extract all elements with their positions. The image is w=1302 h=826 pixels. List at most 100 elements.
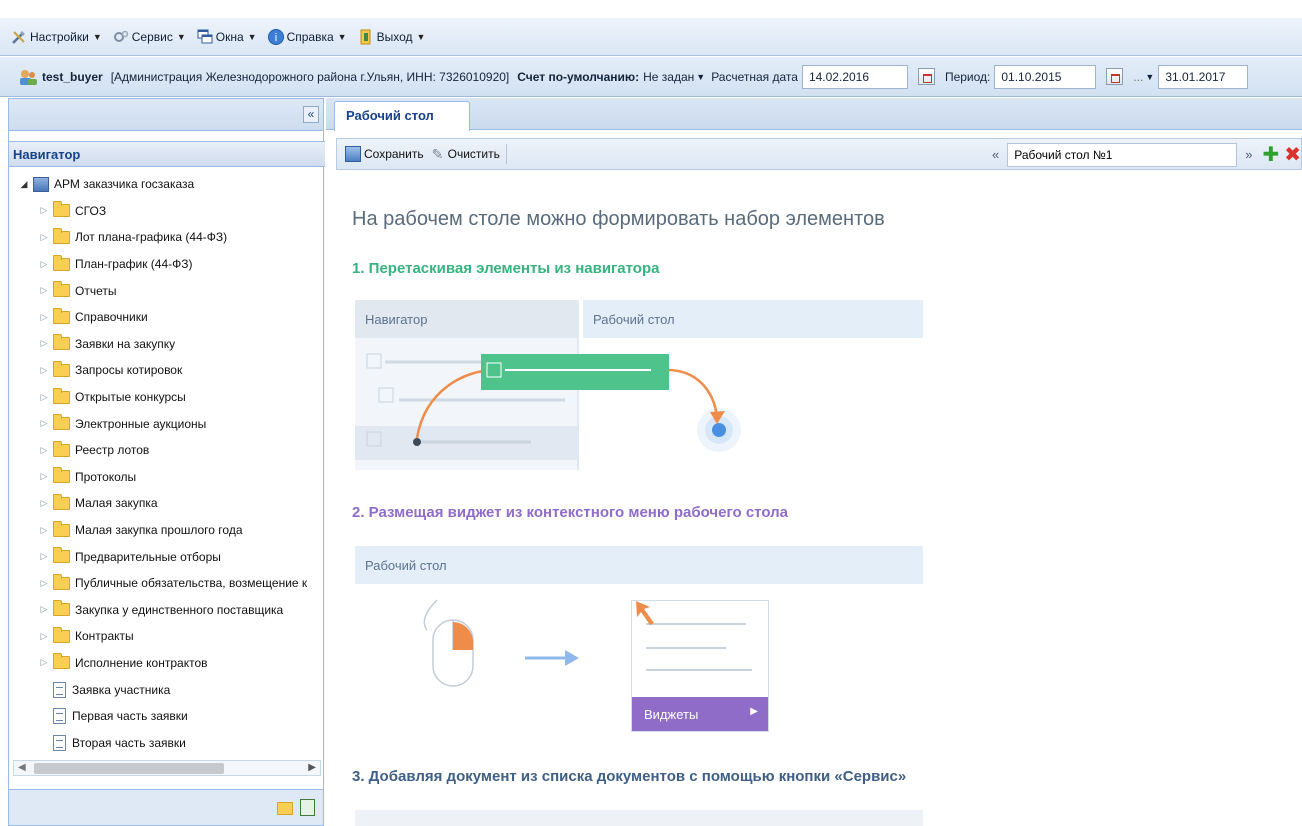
folder-icon[interactable] [277, 802, 293, 815]
menu-windows[interactable]: Окна ▼ [196, 28, 257, 46]
scroll-left-icon[interactable]: ◀ [18, 762, 26, 773]
folder-icon [53, 414, 70, 431]
tree-folder[interactable]: ▷ Заявки на закупку [9, 331, 323, 358]
tree-folder[interactable]: ▷ Отчеты [9, 277, 323, 304]
step-2-heading: 2. Размещая виджет из контекстного меню … [352, 504, 788, 521]
document-icon [53, 734, 66, 751]
menu-exit[interactable]: Выход ▼ [357, 28, 426, 46]
tree-folder-label: Справочники [75, 310, 148, 325]
folder-icon [53, 493, 70, 510]
expand-arrow-icon[interactable]: ▷ [39, 631, 49, 642]
horizontal-scrollbar[interactable]: ◀ ▶ [13, 760, 321, 776]
expand-arrow-icon[interactable]: ◢ [19, 179, 29, 190]
tree-document[interactable]: Вторая часть заявки [9, 729, 323, 756]
tree-folder[interactable]: ▷ Протоколы [9, 464, 323, 491]
tree-folder[interactable]: ▷ Реестр лотов [9, 437, 323, 464]
prev-desktop-button[interactable]: « [992, 147, 999, 162]
menu-settings[interactable]: Настройки ▼ [10, 28, 102, 46]
drag-arrow-icon [415, 354, 725, 439]
tree-folder[interactable]: ▷ СГОЗ [9, 198, 323, 225]
tree-folder[interactable]: ▷ Запросы котировок [9, 357, 323, 384]
tree-folder[interactable]: ▷ Публичные обязательства, возмещение к [9, 570, 323, 597]
next-desktop-button[interactable]: » [1245, 147, 1252, 162]
calc-date-field[interactable]: 14.02.2016 [801, 64, 908, 89]
svg-text:i: i [274, 32, 276, 44]
delete-desktop-icon[interactable]: ✖ [1284, 142, 1301, 167]
tree-folder[interactable]: ▷ Предварительные отборы [9, 543, 323, 570]
tree-folder-label: Лот плана-графика (44-ФЗ) [75, 230, 228, 245]
folder-icon [53, 281, 70, 298]
expand-arrow-icon[interactable]: ▷ [39, 338, 49, 349]
expand-arrow-icon[interactable]: ▷ [39, 285, 49, 296]
tree-document[interactable]: Заявка участника [9, 676, 323, 703]
tree-folder[interactable]: ▷ Контракты [9, 623, 323, 650]
tab-strip: Рабочий стол [326, 98, 1302, 131]
menu-help[interactable]: i Справка ▼ [267, 28, 347, 46]
tree-folder-label: Публичные обязательства, возмещение к [75, 576, 308, 591]
expand-arrow-icon[interactable]: ▷ [39, 205, 49, 216]
tree-folder[interactable]: ▷ Лот плана-графика (44-ФЗ) [9, 224, 323, 251]
expand-arrow-icon[interactable]: ▷ [39, 657, 49, 668]
default-account-value[interactable]: Не задан [643, 70, 694, 84]
navigator-panel: « Навигатор ◢ АРМ заказчика госзаказа ▷ С… [8, 98, 325, 826]
navigator-title: Навигатор [9, 141, 325, 167]
expand-arrow-icon[interactable]: ▷ [39, 232, 49, 243]
app-window: Настройки ▼ Сервис ▼ Окна ▼ i Справка ▼ Выхо… [0, 0, 1302, 826]
page-title: На рабочем столе можно формировать набор… [352, 208, 885, 230]
scrollbar-thumb[interactable] [34, 763, 224, 774]
calendar-icon[interactable] [917, 68, 935, 85]
scroll-right-icon[interactable]: ▶ [308, 762, 316, 773]
folder-icon [53, 600, 70, 617]
tree-folder[interactable]: ▷ Малая закупка [9, 490, 323, 517]
info-bar: test_buyer [Администрация Железнодорожно… [0, 57, 1302, 97]
add-desktop-icon[interactable]: ✚ [1262, 142, 1279, 167]
expand-arrow-icon[interactable]: ▷ [39, 445, 49, 456]
document-icon [53, 708, 66, 725]
clear-button[interactable]: ✎ Очистить [432, 147, 500, 161]
expand-arrow-icon[interactable]: ▷ [39, 471, 49, 482]
folder-icon [53, 467, 70, 484]
chevron-down-icon[interactable]: ▼ [1145, 72, 1154, 82]
expand-arrow-icon[interactable]: ▷ [39, 392, 49, 403]
expand-arrow-icon[interactable]: ▷ [39, 259, 49, 270]
expand-arrow-icon[interactable]: ▷ [39, 525, 49, 536]
save-button[interactable]: Сохранить [345, 146, 424, 162]
expand-arrow-icon[interactable]: ▷ [39, 578, 49, 589]
expand-arrow-icon[interactable]: ▷ [39, 418, 49, 429]
folder-icon [53, 547, 70, 564]
tree-folder[interactable]: ▷ Малая закупка прошлого года [9, 517, 323, 544]
period-to-field[interactable]: 31.01.2017 [1158, 64, 1249, 89]
calendar-icon[interactable] [1106, 68, 1124, 85]
tab-desktop[interactable]: Рабочий стол [334, 101, 470, 131]
expand-arrow-icon[interactable]: ▷ [39, 498, 49, 509]
tree-folder-label: Исполнение контрактов [75, 655, 208, 670]
tree-folder-label: Малая закупка прошлого года [75, 523, 243, 538]
navigator-collapse-bar: « [9, 99, 323, 131]
expand-arrow-icon[interactable]: ▷ [39, 365, 49, 376]
expand-arrow-icon[interactable]: ▷ [39, 312, 49, 323]
tree-folder[interactable]: ▷ Электронные аукционы [9, 410, 323, 437]
folder-icon [53, 653, 70, 670]
expand-arrow-icon[interactable]: ▷ [39, 604, 49, 615]
tree-folder-label: Протоколы [75, 469, 137, 484]
widget-illustration: Рабочий стол Виджеты ▶ [355, 546, 923, 736]
tree-root[interactable]: ◢ АРМ заказчика госзаказа [9, 171, 323, 198]
tree-folder[interactable]: ▷ План-график (44-ФЗ) [9, 251, 323, 278]
excel-icon[interactable] [300, 799, 315, 816]
tree-folder[interactable]: ▷ Открытые конкурсы [9, 384, 323, 411]
chevron-down-icon[interactable]: ▼ [696, 72, 705, 82]
desktop-name-input[interactable] [1007, 142, 1238, 167]
tree-document[interactable]: Первая часть заявки [9, 703, 323, 730]
tree-folder[interactable]: ▷ Исполнение контрактов [9, 650, 323, 677]
tree-document-label: Заявка участника [72, 682, 171, 697]
chevron-down-icon: ▼ [416, 31, 426, 42]
period-from-field[interactable]: 01.10.2015 [994, 64, 1097, 89]
expand-arrow-icon[interactable]: ▷ [39, 551, 49, 562]
cursor-arrow-icon [636, 601, 654, 625]
collapse-button[interactable]: « [303, 106, 319, 123]
menu-service[interactable]: Сервис ▼ [112, 28, 186, 46]
tree-document-label: Первая часть заявки [72, 709, 188, 724]
tree-folder[interactable]: ▷ Закупка у единственного поставщика [9, 597, 323, 624]
tree-folder[interactable]: ▷ Справочники [9, 304, 323, 331]
menu-service-label: Сервис [131, 29, 173, 44]
